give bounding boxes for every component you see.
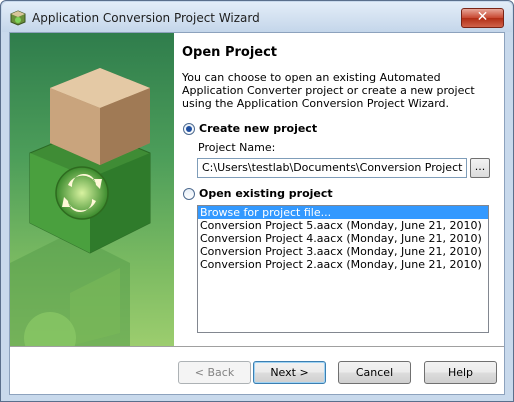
browse-project-location-button[interactable]: ... xyxy=(470,158,490,178)
open-existing-project-radio[interactable] xyxy=(183,188,195,200)
window-title: Application Conversion Project Wizard xyxy=(32,11,260,25)
page-description: You can choose to open an existing Autom… xyxy=(182,71,475,110)
open-existing-project-label[interactable]: Open existing project xyxy=(199,187,333,200)
converter-cube-graphic xyxy=(10,68,151,346)
list-item[interactable]: Conversion Project 5.aacx (Monday, June … xyxy=(198,219,488,232)
list-item[interactable]: Browse for project file... xyxy=(198,206,488,219)
close-button[interactable]: ✕ xyxy=(461,8,504,28)
create-new-project-label[interactable]: Create new project xyxy=(199,122,317,135)
project-name-input[interactable]: C:\Users\testlab\Documents\Conversion Pr… xyxy=(197,158,467,178)
list-item[interactable]: Conversion Project 3.aacx (Monday, June … xyxy=(198,245,488,258)
help-button[interactable]: Help xyxy=(424,361,497,384)
wizard-window: Application Conversion Project Wizard ✕ xyxy=(0,0,514,402)
app-icon xyxy=(10,10,26,26)
wizard-client-area: Open Project You can choose to open an e… xyxy=(9,32,505,395)
create-new-project-radio[interactable] xyxy=(183,123,195,135)
wizard-side-graphic xyxy=(10,33,174,346)
title-bar[interactable]: Application Conversion Project Wizard ✕ xyxy=(2,2,512,32)
back-button[interactable]: < Back xyxy=(178,361,251,384)
wizard-content: Open Project You can choose to open an e… xyxy=(174,33,504,346)
list-item[interactable]: Conversion Project 4.aacx (Monday, June … xyxy=(198,232,488,245)
page-title: Open Project xyxy=(182,45,278,60)
project-name-label: Project Name: xyxy=(198,141,276,154)
cancel-button[interactable]: Cancel xyxy=(338,361,411,384)
list-item[interactable]: Conversion Project 2.aacx (Monday, June … xyxy=(198,258,488,271)
next-button[interactable]: Next > xyxy=(253,361,326,384)
existing-projects-list[interactable]: Browse for project file... Conversion Pr… xyxy=(197,205,489,333)
button-bar-divider xyxy=(10,346,504,347)
